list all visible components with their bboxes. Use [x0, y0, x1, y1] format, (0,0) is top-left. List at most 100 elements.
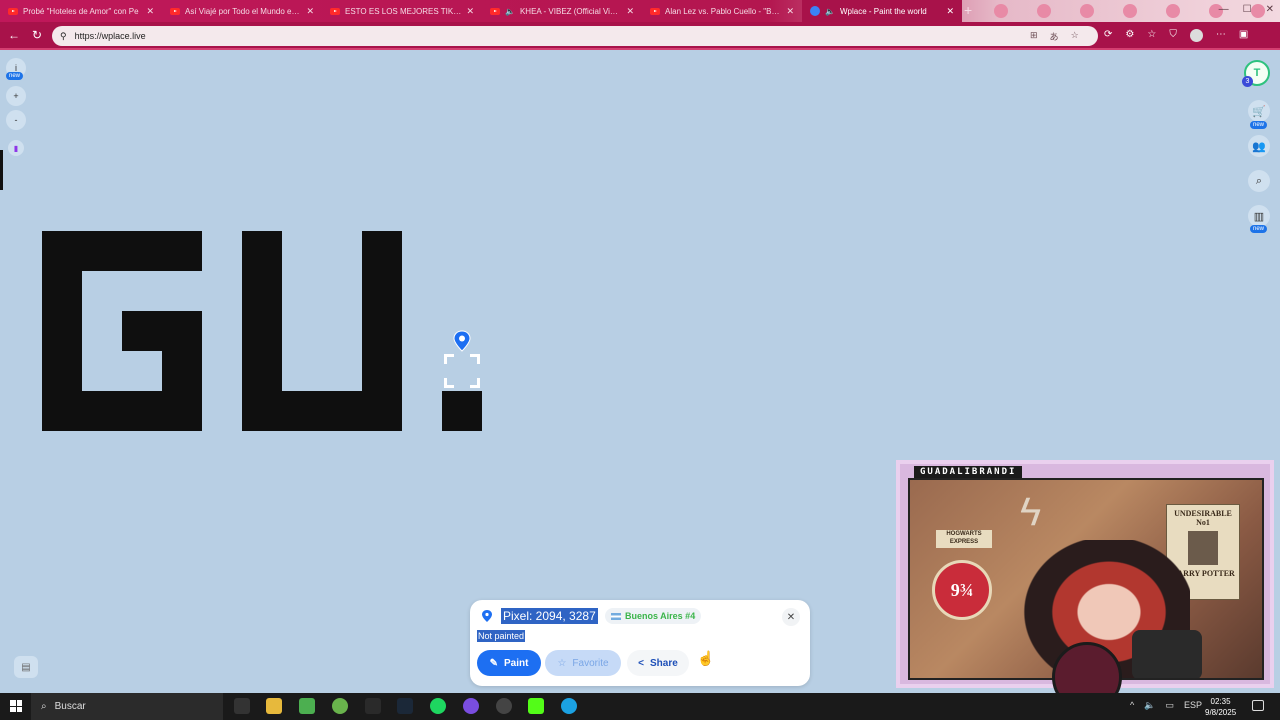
tab-title: Wplace - Paint the world: [839, 6, 927, 16]
menu-icon[interactable]: ⋯: [1216, 29, 1226, 42]
steam-icon[interactable]: [397, 698, 413, 714]
lightning-bolt-decor: ϟ: [1020, 490, 1042, 534]
task-view-icon[interactable]: [234, 698, 250, 714]
store-button[interactable]: 🛒: [1248, 100, 1270, 122]
favorites-icon[interactable]: ☆: [1147, 29, 1156, 42]
browser-tab[interactable]: ESTO ES LOS MEJORES TIKTOKS A ✕: [322, 0, 482, 22]
refresh-ext-icon[interactable]: ⟳: [1104, 29, 1112, 42]
close-popup-button[interactable]: ✕: [782, 608, 800, 626]
system-tray: ^ 🔈 ▭ ESP: [1130, 700, 1202, 711]
region-name: Buenos Aires #4: [625, 611, 696, 621]
volume-icon[interactable]: 🔈: [1144, 700, 1155, 711]
pixel-coordinates: Pixel: 2094, 3287: [501, 608, 598, 624]
share-button[interactable]: < Share: [627, 650, 689, 676]
extension-icon[interactable]: ⚙: [1125, 29, 1134, 42]
back-icon[interactable]: ←: [8, 28, 20, 42]
close-icon: ✕: [786, 611, 796, 623]
maximize-icon[interactable]: ☐: [1243, 4, 1252, 15]
browser-tab[interactable]: Alan Lez vs. Pablo Cuello - "Bum ✕: [642, 0, 802, 22]
search-globe-icon: ⌕: [1255, 174, 1263, 187]
site-info-icon[interactable]: ⚲: [60, 31, 67, 42]
xbox-icon[interactable]: [332, 698, 348, 714]
sidebar-icon[interactable]: ▣: [1239, 29, 1248, 42]
location-pin-icon: [453, 330, 471, 352]
new-tab-button[interactable]: +: [964, 2, 972, 18]
brush-icon: ✎: [489, 657, 498, 669]
zoom-out-button[interactable]: -: [6, 110, 26, 130]
discord-icon[interactable]: [463, 698, 479, 714]
close-tab-icon[interactable]: ✕: [146, 6, 154, 17]
shield-icon[interactable]: ⛉: [1169, 29, 1177, 42]
search-placeholder: Buscar: [54, 701, 86, 712]
paint-button[interactable]: ✎ Paint: [477, 650, 541, 676]
map-layers-button[interactable]: ▤: [14, 656, 38, 678]
youtube-icon: [490, 7, 500, 15]
close-window-icon[interactable]: ✕: [1266, 4, 1274, 15]
windows-taskbar: ⌕ Buscar ^ 🔈 ▭ ESP 02:35 9/8/2025: [0, 693, 1280, 720]
close-tab-icon[interactable]: ✕: [466, 6, 474, 17]
browser-tab[interactable]: Así Viajé por Todo el Mundo en 1 ✕: [162, 0, 322, 22]
alliance-button[interactable]: 👥: [1248, 135, 1270, 157]
obs-icon[interactable]: [496, 698, 512, 714]
speaker-icon: 🔈: [825, 6, 835, 16]
hogwarts-express-sign: HOGWARTS EXPRESS: [936, 530, 992, 548]
canvas-edge-pixel: [0, 150, 3, 190]
new-badge: new: [6, 72, 24, 80]
translate-icon[interactable]: あ: [1050, 30, 1059, 43]
chevron-up-icon[interactable]: ^: [1130, 700, 1134, 711]
new-badge: new: [1250, 121, 1268, 129]
language-indicator[interactable]: ESP: [1184, 700, 1202, 711]
close-tab-icon[interactable]: ✕: [946, 6, 954, 17]
tab-strip: Probé "Hoteles de Amor" con Pe ✕ Así Via…: [0, 0, 1280, 22]
layers-icon: ▤: [21, 661, 31, 673]
paint-label: Paint: [503, 657, 529, 669]
youtube-icon: [330, 7, 340, 15]
leaderboard-button[interactable]: ▥: [1248, 205, 1270, 227]
minimize-icon[interactable]: —: [1219, 4, 1229, 15]
youtube-icon: [8, 7, 18, 15]
browser-toolbar: ← ↻ ⚲ https://wplace.live ⊞ あ ☆ ⟳ ⚙ ☆ ⛉ …: [0, 22, 1280, 50]
close-tab-icon[interactable]: ✕: [786, 6, 794, 17]
close-tab-icon[interactable]: ✕: [626, 6, 634, 17]
address-bar[interactable]: ⚲ https://wplace.live: [52, 26, 1098, 46]
browser-tab[interactable]: 🔈 KHEA - VIBEZ (Official Video ✕: [482, 0, 642, 22]
minecraft-icon[interactable]: [299, 698, 315, 714]
app-install-icon[interactable]: ⊞: [1030, 30, 1038, 43]
taskbar-search[interactable]: ⌕ Buscar: [31, 693, 223, 720]
address-bar-actions: ⊞ あ ☆: [1030, 30, 1079, 43]
zoom-in-button[interactable]: +: [6, 86, 26, 106]
favorite-button[interactable]: ☆ Favorite: [545, 650, 621, 676]
window-controls: — ☐ ✕: [1219, 4, 1274, 15]
share-label: Share: [650, 657, 678, 669]
edge-icon[interactable]: [561, 698, 577, 714]
search-location-button[interactable]: ⌕: [1248, 170, 1270, 192]
region-chip[interactable]: Buenos Aires #4: [605, 608, 702, 624]
clock-time: 02:35: [1210, 697, 1231, 706]
network-icon[interactable]: ▭: [1165, 700, 1174, 711]
browser-tab[interactable]: Probé "Hoteles de Amor" con Pe ✕: [0, 0, 162, 22]
reload-icon[interactable]: ↻: [32, 28, 42, 42]
profile-avatar[interactable]: [1189, 29, 1203, 42]
file-explorer-icon[interactable]: [266, 698, 282, 714]
epic-games-icon[interactable]: [365, 698, 381, 714]
argentina-flag-icon: [611, 612, 621, 620]
share-icon: <: [638, 657, 645, 669]
star-icon[interactable]: ☆: [1071, 30, 1079, 43]
clock[interactable]: 02:35 9/8/2025: [1205, 696, 1236, 718]
youtube-icon: [650, 7, 660, 15]
browser-extensions: ⟳ ⚙ ☆ ⛉ ⋯ ▣: [1104, 29, 1248, 42]
level-badge: 3: [1242, 76, 1253, 87]
twitch-icon[interactable]: ▮: [8, 140, 24, 156]
spotify-icon[interactable]: [430, 698, 446, 714]
chart-icon: ▥: [1253, 210, 1265, 223]
browser-tab-active[interactable]: 🔈 Wplace - Paint the world ✕: [802, 0, 962, 22]
microphone: [1132, 630, 1202, 678]
notifications-icon[interactable]: [1252, 700, 1264, 711]
tab-title: Probé "Hoteles de Amor" con Pe: [23, 6, 139, 16]
pixel-status: Not painted: [477, 630, 526, 642]
pixel-selection-reticle[interactable]: [444, 354, 480, 388]
close-tab-icon[interactable]: ✕: [306, 6, 314, 17]
profile-initial: T: [1253, 67, 1261, 79]
kick-icon[interactable]: [528, 698, 544, 714]
windows-start-icon[interactable]: [10, 700, 22, 712]
